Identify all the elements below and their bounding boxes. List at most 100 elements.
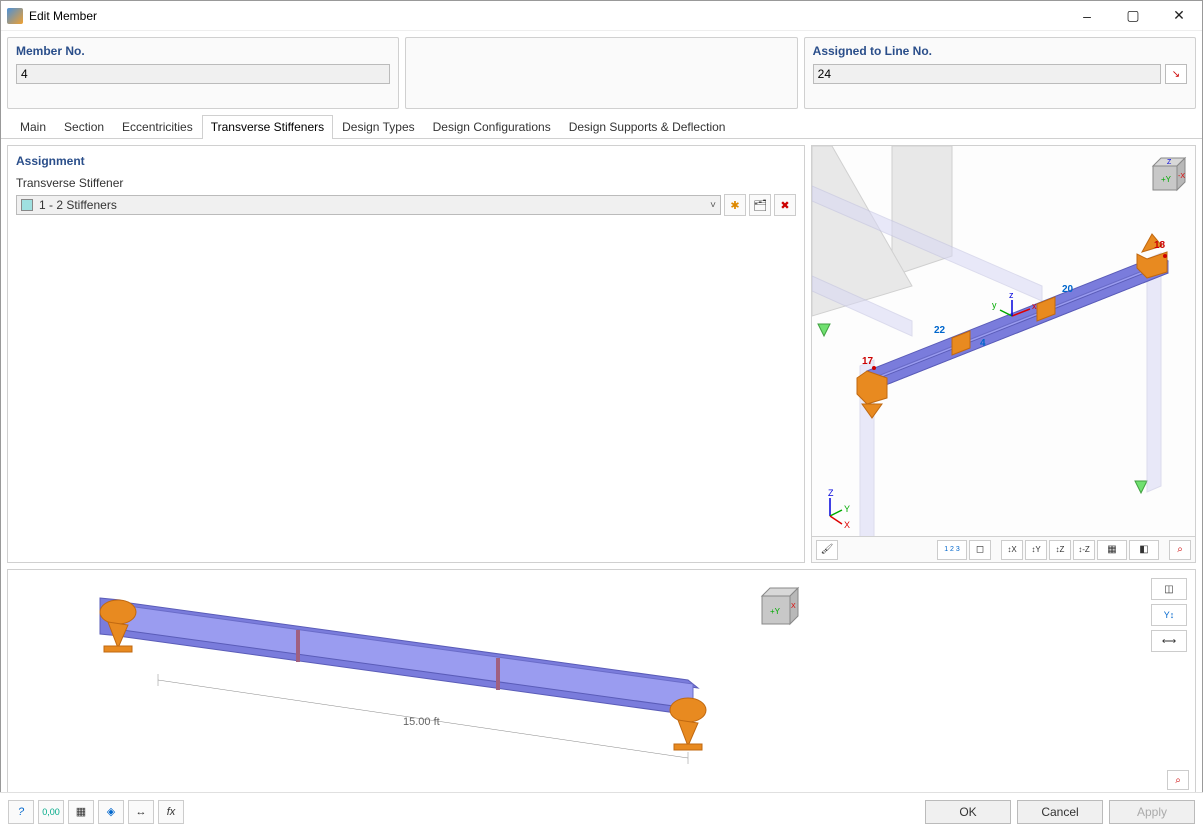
axis-y-icon: ↕Y <box>1031 545 1040 554</box>
axis-z-button[interactable]: ↕Z <box>1049 540 1071 560</box>
nav-cube[interactable]: +Y -X Z <box>1141 152 1189 200</box>
stiffener-combo[interactable]: 1 - 2 Stiffeners ˅ <box>16 195 721 215</box>
node-18-label: 18 <box>1154 240 1166 251</box>
cancel-button[interactable]: Cancel <box>1017 800 1103 824</box>
member-4-label: 4 <box>980 338 986 349</box>
view-tool-icon: ◈ <box>107 805 115 818</box>
y-icon: Y↕ <box>1164 610 1175 620</box>
solid-button[interactable]: ◧ <box>1129 540 1159 560</box>
tab-eccentricities[interactable]: Eccentricities <box>113 115 202 138</box>
dims-icon: ⟷ <box>1162 636 1176 647</box>
new-icon: ✱ <box>730 199 739 212</box>
display-button[interactable]: ▦ <box>1097 540 1127 560</box>
node-17-label: 17 <box>862 356 874 367</box>
node-18-dot <box>1163 254 1167 258</box>
footer-buttons: OK Cancel Apply <box>925 800 1195 824</box>
nodal-support-1 <box>818 324 830 336</box>
beam-nav-cube[interactable]: +Y X <box>748 578 804 634</box>
dim-tool-icon: ↔ <box>136 806 147 818</box>
pick-line-button[interactable]: ↘ <box>1165 64 1187 84</box>
axis-z-icon: ↕Z <box>1056 545 1065 554</box>
global-y: Y <box>844 504 850 514</box>
tab-transverse-stiffeners[interactable]: Transverse Stiffeners <box>202 115 333 139</box>
axis-x-button[interactable]: ↕X <box>1001 540 1023 560</box>
new-stiffener-button[interactable]: ✱ <box>724 194 746 216</box>
global-z: Z <box>828 488 834 498</box>
fx-icon: fx <box>167 806 176 818</box>
delete-icon: ✖ <box>780 199 789 212</box>
beam-side-controls: ◫ Y↕ ⟷ <box>1151 578 1187 652</box>
tab-design-supports[interactable]: Design Supports & Deflection <box>560 115 735 138</box>
apply-button[interactable]: Apply <box>1109 800 1195 824</box>
library-button[interactable]: 🗂 <box>749 194 771 216</box>
content-area: Assignment Transverse Stiffener 1 - 2 St… <box>1 139 1202 569</box>
nodal-support-2 <box>1135 481 1147 493</box>
local-z-label: z <box>1009 290 1014 300</box>
tab-design-types[interactable]: Design Types <box>333 115 424 138</box>
help-icon: ? <box>18 806 24 818</box>
viewport-3d[interactable]: 17 18 20 22 4 x y z <box>812 146 1195 536</box>
assigned-line-panel: Assigned to Line No. ↘ <box>804 37 1196 109</box>
units-icon: 0,00 <box>42 807 60 817</box>
footer: ? 0,00 ▦ ◈ ↔ fx OK Cancel Apply <box>0 792 1203 830</box>
dim-text: 15.00 ft <box>403 716 440 728</box>
assignment-pane: Assignment Transverse Stiffener 1 - 2 St… <box>7 145 805 563</box>
units-button[interactable]: 0,00 <box>38 800 64 824</box>
ok-button[interactable]: OK <box>925 800 1011 824</box>
axis-y-button[interactable]: ↕Y <box>1025 540 1047 560</box>
assigned-line-input[interactable] <box>813 64 1161 84</box>
help-button[interactable]: ? <box>8 800 34 824</box>
preview-pane: 17 18 20 22 4 x y z <box>811 145 1196 563</box>
zoom-reset-button[interactable]: ⌕ <box>1169 540 1191 560</box>
beam-support-right <box>670 698 706 750</box>
iso-z-button[interactable]: ↕‑Z <box>1073 540 1095 560</box>
local-x-label: x <box>1032 301 1037 311</box>
beam-cube-button[interactable]: ◫ <box>1151 578 1187 600</box>
footer-tools: ? 0,00 ▦ ◈ ↔ fx <box>8 800 184 824</box>
beam-zoom-reset-button[interactable]: ⌕ <box>1167 770 1189 790</box>
tab-design-configurations[interactable]: Design Configurations <box>424 115 560 138</box>
svg-text:-X: -X <box>1178 173 1185 180</box>
beam-zoom-icon: ⌕ <box>1175 775 1181 786</box>
svg-text:Z: Z <box>1167 159 1172 166</box>
beam-dims-button[interactable]: ⟷ <box>1151 630 1187 652</box>
member-no-label: Member No. <box>16 44 390 58</box>
numbers-icon: 1 2 3 <box>944 546 960 553</box>
zoom-reset-icon: ⌕ <box>1177 544 1183 555</box>
beam-preview-pane: 15.00 ft +Y X ◫ Y↕ ⟷ ⌕ <box>7 569 1196 797</box>
beam-web <box>113 604 693 712</box>
close-button[interactable]: ✕ <box>1156 1 1202 31</box>
member-beam-top <box>867 254 1168 378</box>
fx-button[interactable]: fx <box>158 800 184 824</box>
chevron-down-icon: ˅ <box>710 200 716 211</box>
beam-viewport[interactable]: 15.00 ft +Y X ◫ Y↕ ⟷ ⌕ <box>8 570 1195 796</box>
tab-main[interactable]: Main <box>11 115 55 138</box>
pick-icon: ↘ <box>1172 69 1180 80</box>
window-title: Edit Member <box>29 9 1064 23</box>
local-y-label: y <box>992 300 997 310</box>
tab-bar: Main Section Eccentricities Transverse S… <box>1 115 1202 139</box>
delete-stiffener-button[interactable]: ✖ <box>774 194 796 216</box>
select-view-button[interactable]: ◻ <box>969 540 991 560</box>
maximize-button[interactable]: ▢ <box>1110 1 1156 31</box>
library-icon: 🗂 <box>753 199 767 212</box>
member-no-input[interactable] <box>16 64 390 84</box>
colors-button[interactable]: ▦ <box>68 800 94 824</box>
app-icon <box>7 8 23 24</box>
scene-svg: 17 18 20 22 4 x y z <box>812 146 1195 536</box>
select-view-icon: ◻ <box>976 544 984 555</box>
dim-tool-button[interactable]: ↔ <box>128 800 154 824</box>
beam-y-button[interactable]: Y↕ <box>1151 604 1187 626</box>
member-no-panel: Member No. <box>7 37 399 109</box>
display-icon: ▦ <box>1107 544 1116 555</box>
svg-text:X: X <box>791 603 796 610</box>
render-button[interactable]: 🖌 <box>816 540 838 560</box>
numbers-button[interactable]: 1 2 3 <box>937 540 967 560</box>
minimize-button[interactable]: – <box>1064 1 1110 31</box>
tab-section[interactable]: Section <box>55 115 113 138</box>
view-toolbar: 🖌 1 2 3 ◻ ↕X ↕Y ↕Z ↕‑Z ▦ ◧ ⌕ <box>812 536 1195 562</box>
node-20-label: 20 <box>1062 284 1074 295</box>
colors-icon: ▦ <box>76 805 86 818</box>
global-axes: Z Y X <box>828 488 850 530</box>
view-tool-button[interactable]: ◈ <box>98 800 124 824</box>
